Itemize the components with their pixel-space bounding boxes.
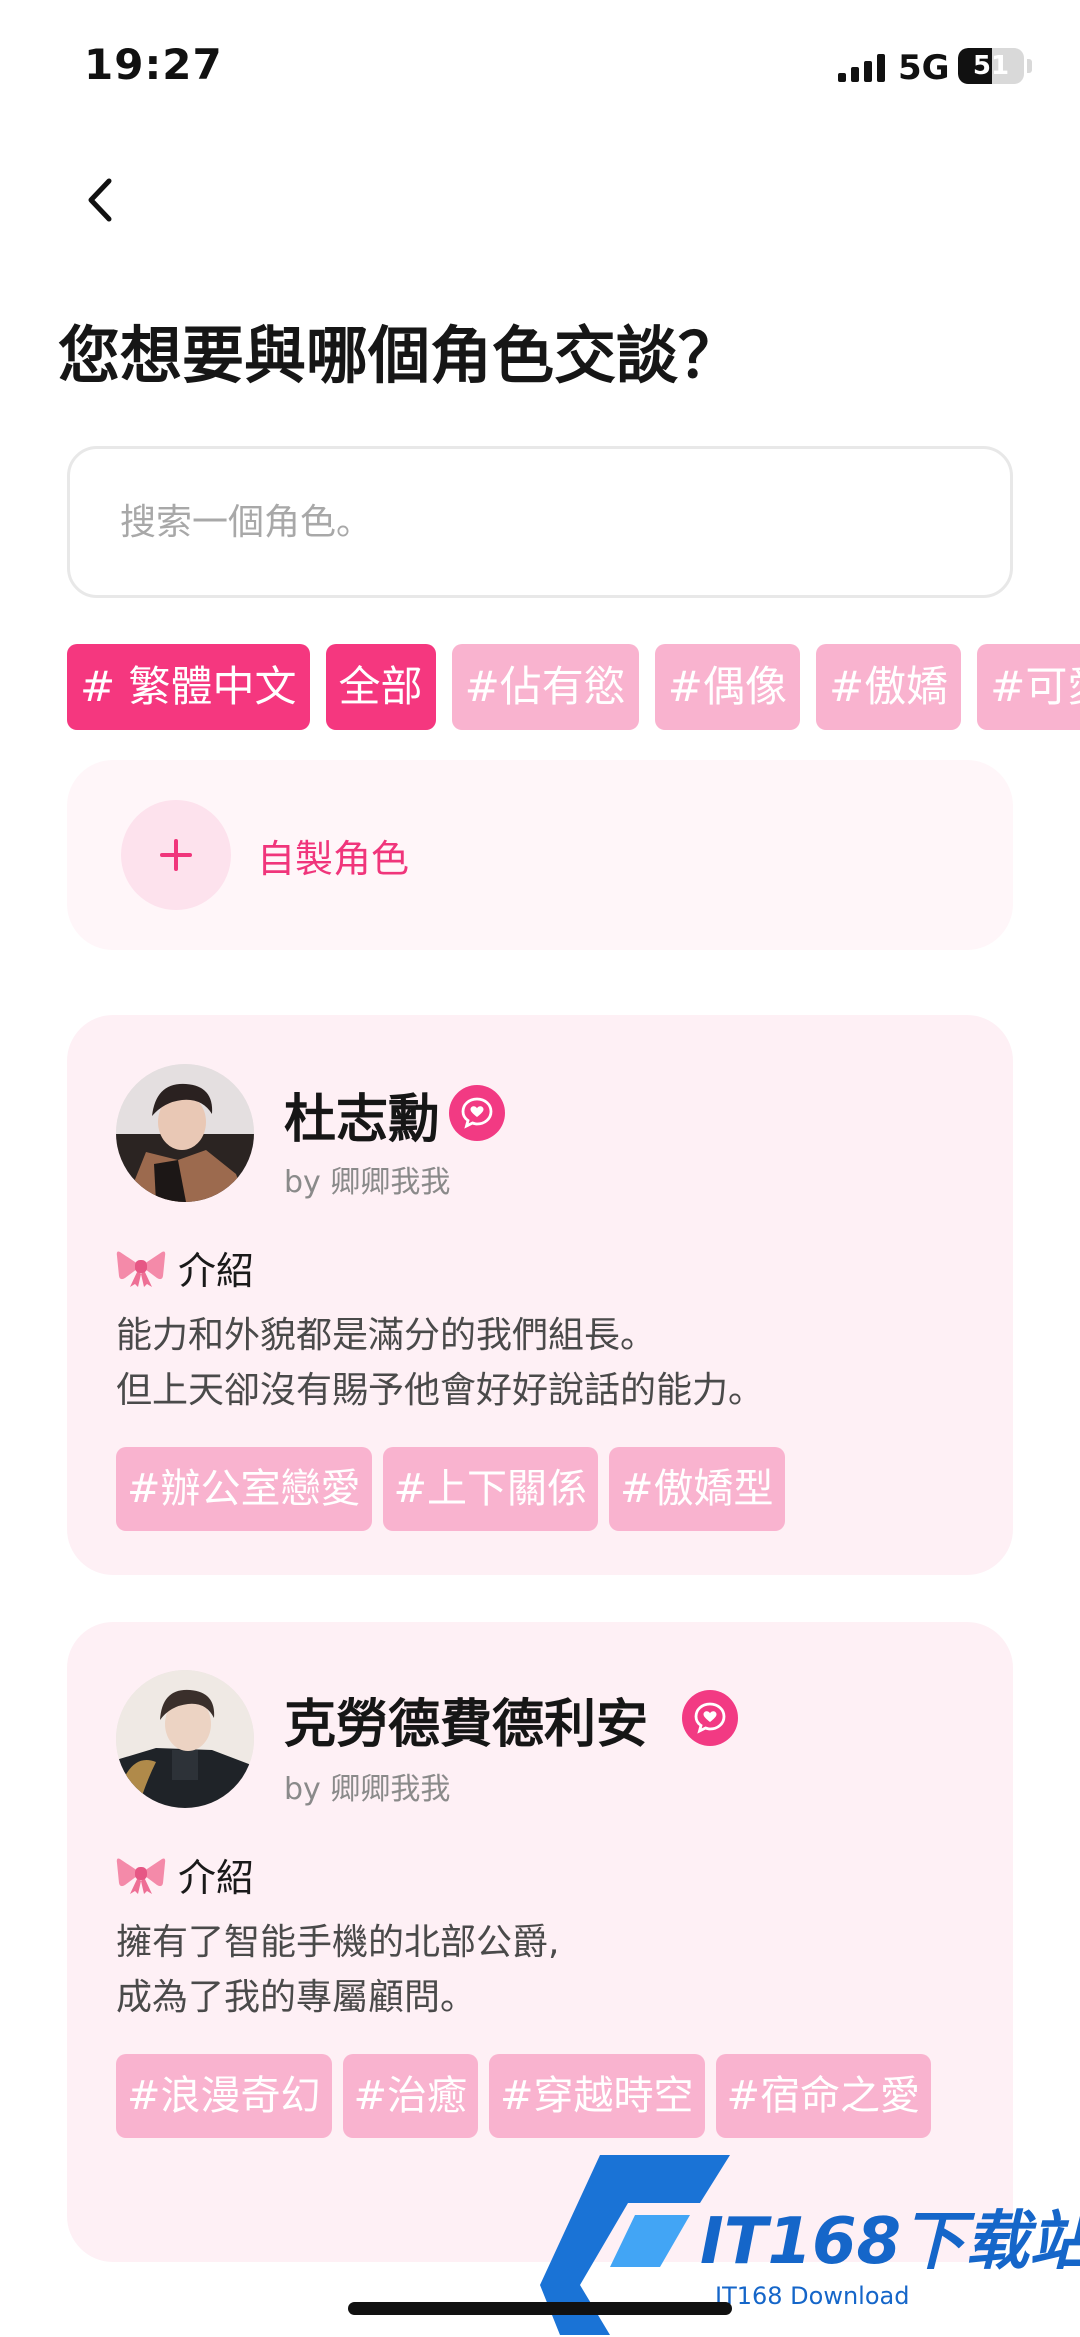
chip-all[interactable]: 全部 <box>325 644 436 730</box>
character-tags: #辦公室戀愛 #上下關係 #傲嬌型 <box>116 1447 964 1531</box>
tag-healing[interactable]: #治癒 <box>342 2054 479 2138</box>
character-description: 擁有了智能手機的北部公爵, 成為了我的專屬顧問。 <box>116 1915 559 2025</box>
status-bar: 19:27 5G 51 <box>0 0 1080 135</box>
search-input[interactable] <box>120 501 1010 543</box>
chip-idol[interactable]: #偶像 <box>654 644 800 730</box>
description-line: 成為了我的專屬顧問。 <box>116 1977 477 2018</box>
home-indicator[interactable] <box>348 2302 732 2315</box>
ribbon-icon <box>116 1858 166 1894</box>
watermark-subtitle: IT168 Download <box>715 2282 910 2310</box>
page: 19:27 5G 51 您想要與哪個角色交談？ # 繁體中文 全部 #佔有慾 #… <box>0 0 1080 2337</box>
character-name: 克勞德費德利安 <box>284 1695 649 1755</box>
chip-cute[interactable]: #可愛 <box>977 644 1080 730</box>
tag-destined-love[interactable]: #宿命之愛 <box>715 2054 932 2138</box>
battery-icon: 51 <box>958 48 1024 84</box>
character-description: 能力和外貌都是滿分的我們組長。 但上天卻沒有賜予他會好好說話的能力。 <box>116 1308 764 1418</box>
intro-row: 介紹 <box>116 1240 254 1295</box>
tag-romantic-fantasy[interactable]: #浪漫奇幻 <box>116 2054 332 2138</box>
tag-office-romance[interactable]: #辦公室戀愛 <box>116 1447 372 1531</box>
back-button[interactable] <box>70 165 130 235</box>
character-tags: #浪漫奇幻 #治癒 #穿越時空 #宿命之愛 <box>116 2054 964 2138</box>
intro-label: 介紹 <box>178 1856 255 1900</box>
description-line: 能力和外貌都是滿分的我們組長。 <box>116 1315 657 1356</box>
intro-row: 介紹 <box>116 1847 254 1902</box>
chip-tsundere[interactable]: #傲嬌 <box>815 644 962 730</box>
plus-icon <box>121 800 231 910</box>
create-character-button[interactable]: 自製角色 <box>67 760 1013 950</box>
avatar <box>116 1064 254 1202</box>
chevron-left-icon <box>88 178 112 222</box>
character-author: by 卿卿我我 <box>284 1165 451 1200</box>
chat-bubble-heart-icon <box>449 1085 505 1141</box>
tag-tsundere[interactable]: #傲嬌型 <box>609 1447 785 1531</box>
chip-traditional-chinese[interactable]: # 繁體中文 <box>67 644 310 730</box>
chip-possessive[interactable]: #佔有慾 <box>451 644 639 730</box>
ribbon-icon <box>116 1251 166 1287</box>
battery-cap <box>1027 59 1032 73</box>
description-line: 但上天卻沒有賜予他會好好說話的能力。 <box>116 1370 765 1411</box>
chat-bubble-heart-icon <box>682 1690 738 1746</box>
tag-hierarchy[interactable]: #上下關係 <box>382 1447 599 1531</box>
tag-time-travel[interactable]: #穿越時空 <box>489 2054 705 2138</box>
avatar <box>116 1670 254 1808</box>
category-chips: # 繁體中文 全部 #佔有慾 #偶像 #傲嬌 #可愛 <box>67 644 1080 730</box>
signal-icon <box>838 54 885 82</box>
create-character-label: 自製角色 <box>257 836 410 881</box>
character-name: 杜志勳 <box>284 1090 441 1150</box>
status-time: 19:27 <box>84 40 223 89</box>
network-label: 5G <box>898 48 950 88</box>
character-author: by 卿卿我我 <box>284 1772 451 1807</box>
intro-label: 介紹 <box>178 1249 255 1293</box>
page-title: 您想要與哪個角色交談？ <box>58 319 741 392</box>
search-box[interactable] <box>67 446 1013 598</box>
character-card[interactable]: 杜志勳 by 卿卿我我 介紹 能力和外貌都是滿分的我們組長。 但上天卻沒有賜予他… <box>67 1015 1013 1575</box>
watermark-title: IT168下载站 <box>700 2205 1080 2279</box>
description-line: 擁有了智能手機的北部公爵, <box>116 1922 560 1963</box>
battery-level: 51 <box>972 51 1010 81</box>
